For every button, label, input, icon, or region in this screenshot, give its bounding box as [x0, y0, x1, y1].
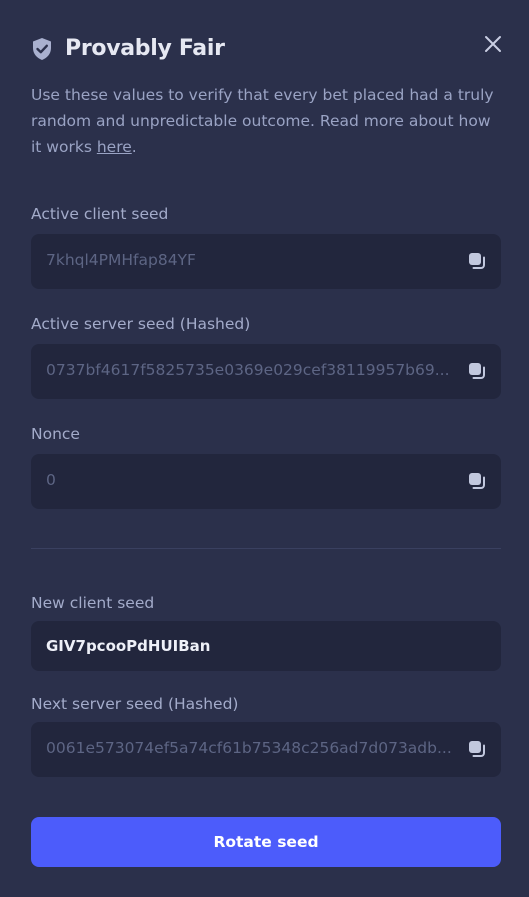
next-server-seed-value: 0061e573074ef5a74cf61b75348c256ad7d073ad… [46, 739, 452, 757]
next-server-seed-field[interactable]: 0061e573074ef5a74cf61b75348c256ad7d073ad… [31, 722, 501, 777]
rotate-seed-button[interactable]: Rotate seed [31, 817, 501, 867]
copy-icon[interactable] [467, 251, 487, 271]
new-client-seed-input[interactable]: GIV7pcooPdHUIBan [31, 621, 501, 671]
active-server-seed-label: Active server seed (Hashed) [31, 315, 251, 333]
here-link[interactable]: here [97, 138, 132, 156]
modal-header: Provably Fair [31, 36, 225, 61]
active-server-seed-field[interactable]: 0737bf4617f5825735e0369e029cef38119957b6… [31, 344, 501, 399]
active-client-seed-field[interactable]: 7khql4PMHfap84YF [31, 234, 501, 289]
copy-icon[interactable] [467, 361, 487, 381]
new-client-seed-value: GIV7pcooPdHUIBan [46, 637, 211, 655]
description: Use these values to verify that every be… [31, 82, 501, 160]
provably-fair-modal: Provably Fair Use these values to verify… [0, 0, 529, 897]
copy-icon[interactable] [467, 471, 487, 491]
copy-icon[interactable] [467, 739, 487, 759]
active-server-seed-value: 0737bf4617f5825735e0369e029cef38119957b6… [46, 361, 450, 379]
description-suffix: . [131, 138, 137, 156]
next-server-seed-label: Next server seed (Hashed) [31, 695, 239, 713]
nonce-label: Nonce [31, 425, 80, 443]
nonce-value: 0 [46, 471, 56, 489]
modal-title: Provably Fair [65, 36, 225, 61]
section-divider [31, 548, 501, 549]
shield-check-icon [33, 37, 51, 60]
new-client-seed-label: New client seed [31, 594, 155, 612]
nonce-field[interactable]: 0 [31, 454, 501, 509]
active-client-seed-label: Active client seed [31, 205, 169, 223]
close-icon[interactable] [482, 33, 504, 55]
active-client-seed-value: 7khql4PMHfap84YF [46, 251, 196, 269]
